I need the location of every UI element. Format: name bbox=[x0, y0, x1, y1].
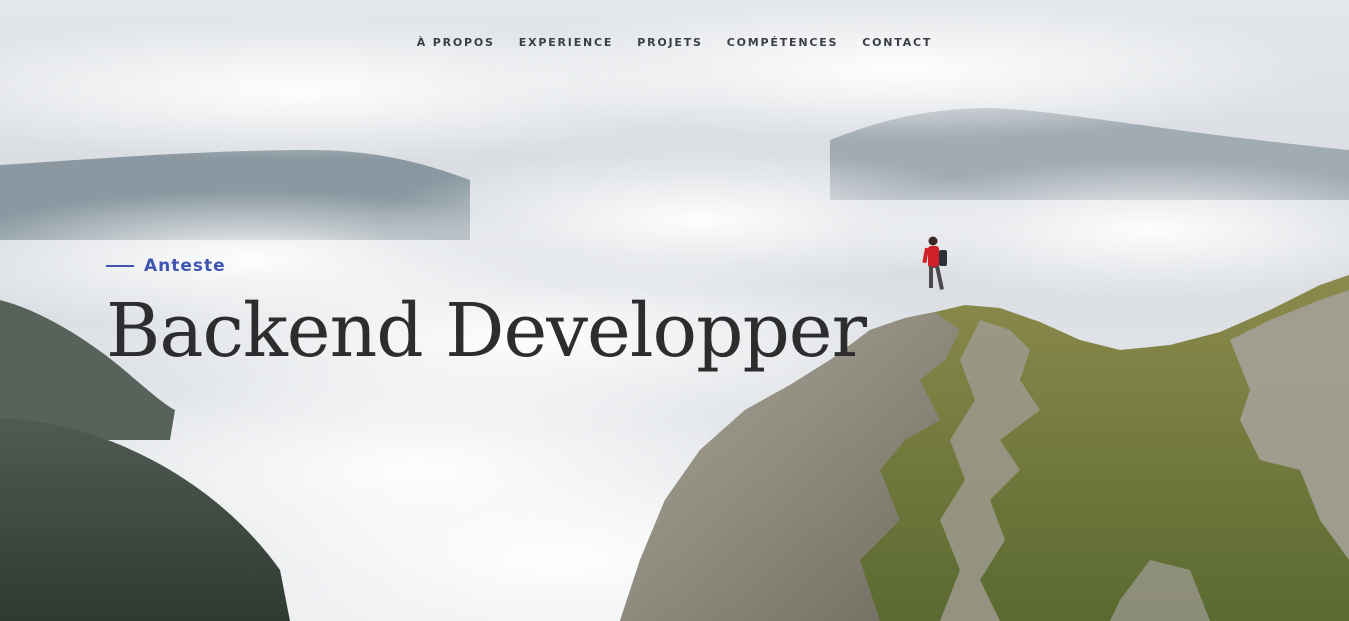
nav-link-experience[interactable]: EXPERIENCE bbox=[519, 34, 613, 51]
nav-link-projets[interactable]: PROJETS bbox=[637, 34, 703, 51]
hero-subtitle: Anteste bbox=[106, 256, 866, 276]
hero-text-block: Anteste Backend Developper bbox=[106, 256, 867, 418]
main-navigation: À PROPOS EXPERIENCE PROJETS COMPÉTENCES … bbox=[0, 34, 1349, 51]
hero-section: À PROPOS EXPERIENCE PROJETS COMPÉTENCES … bbox=[0, 0, 1349, 621]
hero-subtitle-text: Anteste bbox=[144, 256, 226, 276]
nav-link-a-propos[interactable]: À PROPOS bbox=[417, 34, 495, 51]
hero-title: Backend Developper bbox=[106, 288, 867, 374]
nav-link-competences[interactable]: COMPÉTENCES bbox=[727, 34, 838, 51]
subtitle-accent-line bbox=[106, 265, 134, 267]
nav-link-contact[interactable]: CONTACT bbox=[862, 34, 932, 51]
